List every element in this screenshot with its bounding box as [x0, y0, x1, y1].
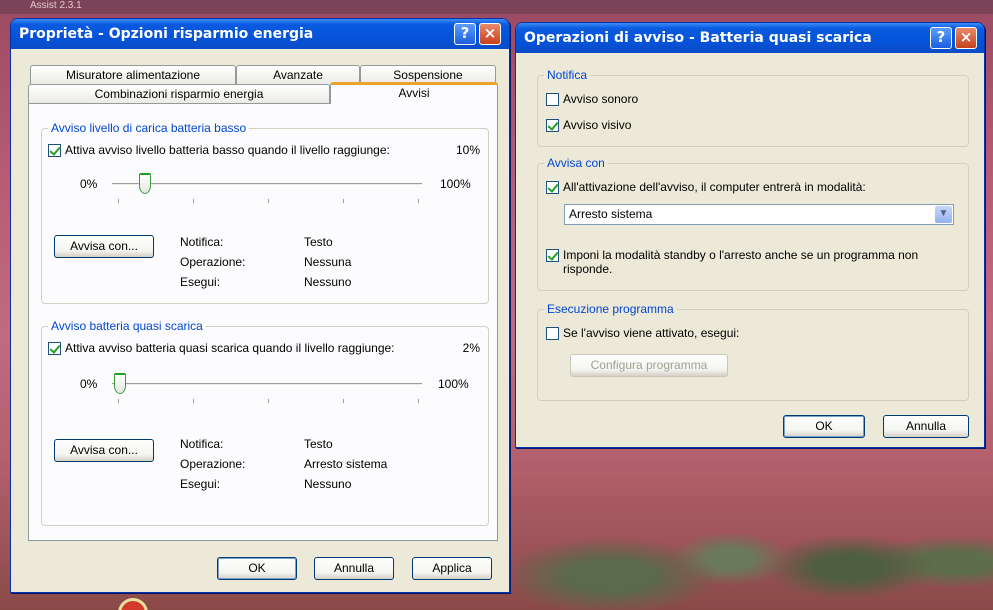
avvisa-con-group-title: Avvisa con — [544, 156, 608, 170]
critical-row-value: Arresto sistema — [304, 457, 388, 471]
ok-button[interactable]: OK — [783, 415, 865, 438]
low-slider-max: 100% — [440, 177, 471, 191]
sound-alarm-label: Avviso sonoro — [563, 92, 639, 106]
force-standby-label-line1: Imponi la modalità standby o l'arresto a… — [563, 248, 919, 262]
notifica-group-title: Notifica — [544, 68, 591, 82]
critical-battery-check-label: Attiva avviso batteria quasi scarica qua… — [65, 341, 395, 355]
alarm-actions-titlebar[interactable]: Operazioni di avviso - Batteria quasi sc… — [516, 23, 984, 53]
desktop-top-text: Assist 2.3.1 — [30, 0, 82, 11]
tab-misuratore-alimentazione[interactable]: Misuratore alimentazione — [30, 65, 236, 84]
force-standby-label: Imponi la modalità standby o l'arresto a… — [563, 248, 918, 276]
visual-alarm-label: Avviso visivo — [563, 118, 632, 132]
window-title: Operazioni di avviso - Batteria quasi sc… — [524, 30, 872, 46]
close-icon[interactable]: × — [479, 23, 501, 45]
shutdown-mode-value: Arresto sistema — [569, 207, 653, 221]
slider-tick — [343, 399, 344, 403]
tab-avvisi[interactable]: Avvisi — [330, 82, 498, 104]
slider-tick — [418, 399, 419, 403]
critical-avvisa-con-button[interactable]: Avvisa con... — [54, 439, 154, 462]
critical-row-key: Notifica: — [180, 437, 224, 451]
checkbox-check-icon — [48, 342, 61, 355]
checkbox-check-icon — [48, 144, 61, 157]
run-program-group: Esecuzione programma Se l'avviso viene a… — [537, 302, 969, 401]
slider-tick — [193, 199, 194, 203]
slider-tick — [268, 199, 269, 203]
slider-tick — [343, 199, 344, 203]
checkbox-check-icon — [546, 119, 559, 132]
slider-tick — [118, 399, 119, 403]
critical-row-key: Operazione: — [180, 457, 246, 471]
critical-row-value: Testo — [304, 437, 333, 451]
desktop-wallpaper-trees — [515, 440, 993, 610]
slider-tick — [118, 199, 119, 203]
alarm-actions-window: Operazioni di avviso - Batteria quasi sc… — [515, 22, 985, 448]
low-battery-level: 10% — [455, 143, 480, 157]
cancel-button[interactable]: Annulla — [883, 415, 969, 438]
chevron-down-icon[interactable]: ▼ — [935, 206, 952, 223]
checkbox-empty-icon — [546, 327, 559, 340]
low-slider-min: 0% — [80, 177, 98, 191]
tab-combinazioni[interactable]: Combinazioni risparmio energia — [28, 84, 330, 103]
low-row-key: Notifica: — [180, 235, 224, 249]
power-options-window: Proprietà - Opzioni risparmio energia ? … — [10, 18, 510, 593]
slider-tick — [268, 399, 269, 403]
low-row-value: Nessuno — [304, 275, 352, 289]
low-slider-thumb[interactable] — [139, 173, 151, 194]
critical-slider-track[interactable] — [112, 383, 422, 386]
run-program-group-title: Esecuzione programma — [544, 302, 677, 316]
checkbox-check-icon — [546, 181, 559, 194]
low-row-key: Esegui: — [180, 275, 221, 289]
low-battery-check-label: Attiva avviso livello batteria basso qua… — [65, 143, 390, 157]
ok-button[interactable]: OK — [217, 557, 297, 580]
sound-alarm-checkbox[interactable]: Avviso sonoro — [546, 92, 638, 106]
checkbox-check-icon — [546, 249, 559, 262]
cancel-button[interactable]: Annulla — [314, 557, 394, 580]
low-row-value: Testo — [304, 235, 333, 249]
low-slider-track[interactable] — [112, 183, 422, 186]
critical-row-key: Esegui: — [180, 477, 221, 491]
critical-slider-thumb[interactable] — [114, 373, 127, 394]
standby-check-label: All'attivazione dell'avviso, il computer… — [563, 180, 866, 194]
help-icon[interactable]: ? — [930, 27, 952, 49]
low-battery-group: Avviso livello di carica batteria basso … — [41, 121, 489, 304]
low-row-value: Nessuna — [304, 255, 352, 269]
help-icon[interactable]: ? — [454, 23, 476, 45]
run-program-label: Se l'avviso viene attivato, esegui: — [563, 326, 740, 340]
slider-tick — [418, 199, 419, 203]
slider-tick — [193, 399, 194, 403]
notifica-group: Notifica Avviso sonoro Avviso visivo — [537, 68, 969, 147]
power-options-titlebar[interactable]: Proprietà - Opzioni risparmio energia ? … — [11, 19, 509, 49]
avvisi-panel: Avviso livello di carica batteria basso … — [28, 103, 498, 541]
critical-slider-max: 100% — [438, 377, 469, 391]
run-program-checkbox[interactable]: Se l'avviso viene attivato, esegui: — [546, 326, 739, 340]
configure-program-button[interactable]: Configura programma — [570, 354, 728, 377]
checkbox-empty-icon — [546, 93, 559, 106]
avvisa-con-group: Avvisa con All'attivazione dell'avviso, … — [537, 156, 969, 291]
desktop-top-strip — [0, 0, 993, 14]
standby-checkbox[interactable]: All'attivazione dell'avviso, il computer… — [546, 180, 866, 194]
force-standby-checkbox[interactable]: Imponi la modalità standby o l'arresto a… — [546, 248, 918, 276]
critical-row-value: Nessuno — [304, 477, 352, 491]
force-standby-label-line2: risponde. — [563, 262, 613, 276]
critical-slider-min: 0% — [80, 377, 98, 391]
desktop-app-icon[interactable] — [118, 598, 148, 610]
low-battery-group-title: Avviso livello di carica batteria basso — [48, 121, 250, 135]
low-row-key: Operazione: — [180, 255, 246, 269]
critical-battery-level: 2% — [462, 341, 480, 355]
alarm-actions-body: Notifica Avviso sonoro Avviso visivo Avv… — [519, 53, 981, 444]
power-options-body: Misuratore alimentazione Avanzate Sospen… — [14, 49, 506, 589]
shutdown-mode-select[interactable]: Arresto sistema ▼ — [564, 204, 954, 225]
critical-battery-checkbox[interactable]: Attiva avviso batteria quasi scarica qua… — [48, 341, 395, 355]
critical-battery-group-title: Avviso batteria quasi scarica — [48, 319, 206, 333]
close-icon[interactable]: × — [955, 27, 977, 49]
visual-alarm-checkbox[interactable]: Avviso visivo — [546, 118, 631, 132]
low-avvisa-con-button[interactable]: Avvisa con... — [54, 235, 154, 258]
apply-button[interactable]: Applica — [412, 557, 492, 580]
window-title: Proprietà - Opzioni risparmio energia — [19, 26, 314, 42]
critical-battery-group: Avviso batteria quasi scarica Attiva avv… — [41, 319, 489, 526]
low-battery-checkbox[interactable]: Attiva avviso livello batteria basso qua… — [48, 143, 390, 157]
